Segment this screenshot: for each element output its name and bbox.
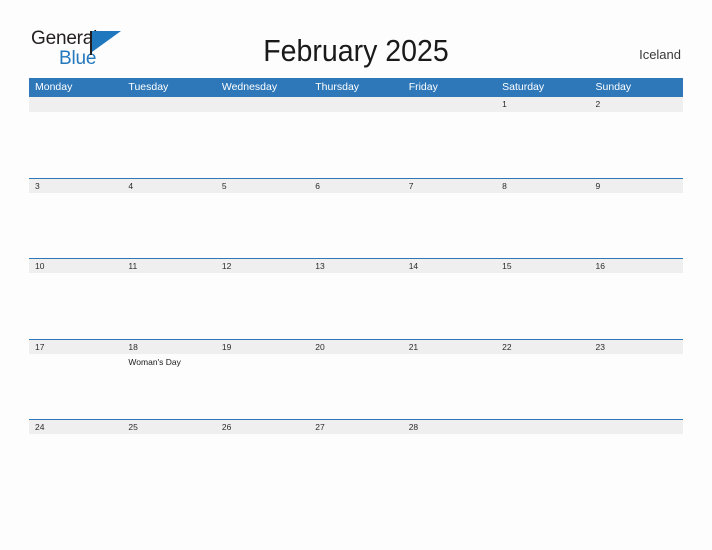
- day-number[interactable]: [590, 420, 683, 434]
- day-event[interactable]: [122, 273, 215, 276]
- day-event[interactable]: [216, 354, 309, 368]
- day-event[interactable]: [403, 112, 496, 115]
- day-number[interactable]: 5: [216, 179, 309, 193]
- day-number[interactable]: 10: [29, 259, 122, 273]
- day-number[interactable]: 17: [29, 340, 122, 354]
- weekday-header-wednesday: Wednesday: [221, 81, 278, 93]
- day-number[interactable]: 6: [309, 179, 402, 193]
- calendar-week-row: 1 2: [29, 97, 683, 178]
- day-number[interactable]: [496, 420, 589, 434]
- weekday-header-tuesday: Tuesday: [128, 81, 169, 93]
- day-event[interactable]: [122, 193, 215, 196]
- day-number[interactable]: [122, 97, 215, 112]
- weekday-header-saturday: Saturday: [502, 81, 545, 93]
- day-number[interactable]: 22: [496, 340, 589, 354]
- day-event[interactable]: [216, 112, 309, 115]
- day-event[interactable]: [590, 193, 683, 196]
- day-number[interactable]: [29, 97, 122, 112]
- week-event-band: [29, 273, 683, 276]
- day-event[interactable]: [309, 273, 402, 276]
- day-number[interactable]: 4: [122, 179, 215, 193]
- day-event[interactable]: [496, 193, 589, 196]
- week-event-band: [29, 193, 683, 196]
- week-date-band: 17 18 19 20 21 22 23: [29, 338, 683, 354]
- day-number[interactable]: 12: [216, 259, 309, 273]
- week-date-band: 10 11 12 13 14 15 16: [29, 258, 683, 273]
- calendar-week-row: 10 11 12 13 14 15 16: [29, 258, 683, 339]
- day-event[interactable]: [496, 112, 589, 115]
- day-number[interactable]: 15: [496, 259, 589, 273]
- day-event[interactable]: [496, 273, 589, 276]
- day-event[interactable]: [496, 354, 589, 368]
- day-number[interactable]: 11: [122, 259, 215, 273]
- day-event[interactable]: [403, 273, 496, 276]
- week-event-band: [29, 434, 683, 437]
- day-number[interactable]: 25: [122, 420, 215, 434]
- country-label: Iceland: [639, 47, 681, 62]
- day-event[interactable]: [216, 193, 309, 196]
- day-number[interactable]: 21: [403, 340, 496, 354]
- day-event[interactable]: [309, 193, 402, 196]
- week-event-band: [29, 112, 683, 115]
- day-event[interactable]: [496, 434, 589, 437]
- day-number[interactable]: 8: [496, 179, 589, 193]
- day-event[interactable]: [122, 434, 215, 437]
- day-event[interactable]: [403, 193, 496, 196]
- page-title: February 2025: [263, 33, 449, 68]
- day-event[interactable]: [590, 273, 683, 276]
- weekday-header-thursday: Thursday: [315, 81, 360, 93]
- day-event[interactable]: [590, 354, 683, 368]
- day-event[interactable]: [309, 112, 402, 115]
- day-number[interactable]: 16: [590, 259, 683, 273]
- day-number[interactable]: 14: [403, 259, 496, 273]
- week-event-band: Woman's Day: [29, 354, 683, 368]
- day-number[interactable]: 18: [122, 340, 215, 354]
- day-number[interactable]: 20: [309, 340, 402, 354]
- weekday-header-friday: Friday: [408, 81, 438, 93]
- day-event[interactable]: [403, 354, 496, 368]
- day-number[interactable]: 9: [590, 179, 683, 193]
- weekday-header-monday: Monday: [35, 81, 73, 93]
- day-number[interactable]: 1: [496, 97, 589, 112]
- day-number[interactable]: 13: [309, 259, 402, 273]
- day-event[interactable]: [216, 434, 309, 437]
- day-event[interactable]: [29, 112, 122, 115]
- day-event[interactable]: Woman's Day: [122, 354, 215, 368]
- day-event[interactable]: [29, 273, 122, 276]
- day-number[interactable]: 23: [590, 340, 683, 354]
- day-number[interactable]: 7: [403, 179, 496, 193]
- day-event[interactable]: [309, 434, 402, 437]
- day-event[interactable]: [590, 112, 683, 115]
- weekday-header-row: Monday Tuesday Wednesday Thursday Friday…: [29, 78, 683, 97]
- day-number[interactable]: 28: [403, 420, 496, 434]
- calendar-week-row: 24 25 26 27 28: [29, 419, 683, 500]
- day-number[interactable]: [309, 97, 402, 112]
- calendar-grid: Monday Tuesday Wednesday Thursday Friday…: [29, 78, 683, 500]
- day-event[interactable]: [29, 434, 122, 437]
- day-number[interactable]: 26: [216, 420, 309, 434]
- day-number[interactable]: 24: [29, 420, 122, 434]
- weekday-header-sunday: Sunday: [595, 81, 632, 93]
- day-event[interactable]: [29, 354, 122, 368]
- week-date-band: 1 2: [29, 97, 683, 112]
- day-event[interactable]: [403, 434, 496, 437]
- day-event[interactable]: [122, 112, 215, 115]
- page-header: General Blue February 2025 Iceland: [0, 0, 712, 76]
- calendar-week-row: 17 18 19 20 21 22 23 Woman's Day: [29, 338, 683, 420]
- day-event[interactable]: [216, 273, 309, 276]
- day-number[interactable]: [216, 97, 309, 112]
- week-date-band: 3 4 5 6 7 8 9: [29, 177, 683, 193]
- day-number[interactable]: 2: [590, 97, 683, 112]
- day-event[interactable]: [590, 434, 683, 437]
- day-event[interactable]: [29, 193, 122, 196]
- day-number[interactable]: 27: [309, 420, 402, 434]
- day-number[interactable]: 19: [216, 340, 309, 354]
- calendar-week-row: 3 4 5 6 7 8 9: [29, 177, 683, 259]
- week-date-band: 24 25 26 27 28: [29, 419, 683, 434]
- day-number[interactable]: 3: [29, 179, 122, 193]
- day-event[interactable]: [309, 354, 402, 368]
- day-number[interactable]: [403, 97, 496, 112]
